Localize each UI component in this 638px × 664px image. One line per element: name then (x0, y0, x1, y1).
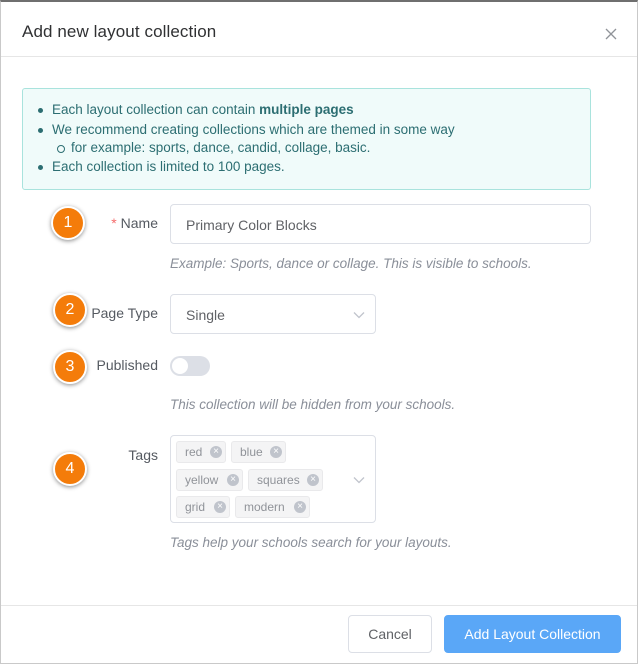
info-alert: Each layout collection can contain multi… (22, 88, 591, 190)
tag-chip: red × (176, 441, 226, 463)
tag-chip: grid × (176, 496, 230, 518)
info-subitem: for example: sports, dance, candid, coll… (56, 140, 371, 155)
tag-chip: squares × (248, 469, 323, 491)
cancel-button[interactable]: Cancel (348, 615, 432, 653)
tag-label: red (185, 445, 203, 459)
name-hint: Example: Sports, dance or collage. This … (170, 256, 532, 271)
add-layout-collection-button[interactable]: Add Layout Collection (444, 615, 621, 653)
tags-select[interactable]: red × blue × yellow × squares × grid × modern… (170, 435, 376, 523)
info-item: We recommend creating collections which … (38, 122, 455, 137)
tag-remove-icon[interactable]: × (270, 446, 282, 458)
tag-label: squares (257, 473, 300, 487)
info-item: Each collection is limited to 100 pages. (38, 159, 285, 174)
page-type-value: Single (186, 307, 225, 323)
tag-label: grid (185, 500, 206, 514)
tag-remove-icon[interactable]: × (210, 446, 222, 458)
published-switch[interactable] (170, 356, 210, 376)
dialog-title: Add new layout collection (22, 22, 217, 41)
name-label: * Name (101, 215, 158, 231)
switch-knob (172, 358, 188, 374)
tag-chip: yellow × (176, 469, 243, 491)
tags-hint: Tags help your schools search for your l… (170, 535, 452, 550)
tag-remove-icon[interactable]: × (294, 501, 306, 513)
info-item: Each layout collection can contain multi… (38, 102, 354, 117)
info-text: Each layout collection can contain (52, 102, 260, 117)
info-bold-text: multiple pages (259, 102, 354, 117)
published-label: Published (96, 357, 159, 373)
tag-chip: blue × (231, 441, 286, 463)
tag-remove-icon[interactable]: × (214, 501, 226, 513)
chevron-down-icon (353, 477, 365, 484)
required-mark: * (111, 215, 117, 231)
tag-remove-icon[interactable]: × (227, 474, 239, 486)
tag-label: modern (244, 500, 285, 514)
name-label-text: Name (120, 215, 158, 231)
step-badge-1: 1 (51, 206, 85, 240)
close-icon[interactable] (603, 26, 619, 42)
published-hint: This collection will be hidden from your… (170, 397, 456, 412)
tag-chip: modern × (235, 496, 310, 518)
name-input-value: Primary Color Blocks (186, 217, 317, 233)
tag-label: yellow (185, 473, 219, 487)
tag-label: blue (240, 445, 263, 459)
page-type-label: Page Type (91, 305, 158, 321)
page-type-select[interactable]: Single (170, 294, 376, 334)
tags-label: Tags (128, 447, 158, 463)
name-input[interactable]: Primary Color Blocks (170, 204, 591, 244)
chevron-down-icon (353, 312, 365, 319)
add-layout-collection-dialog: Add new layout collection Each layout co… (0, 0, 638, 664)
tag-remove-icon[interactable]: × (307, 474, 319, 486)
dialog-header: Add new layout collection (1, 2, 637, 57)
